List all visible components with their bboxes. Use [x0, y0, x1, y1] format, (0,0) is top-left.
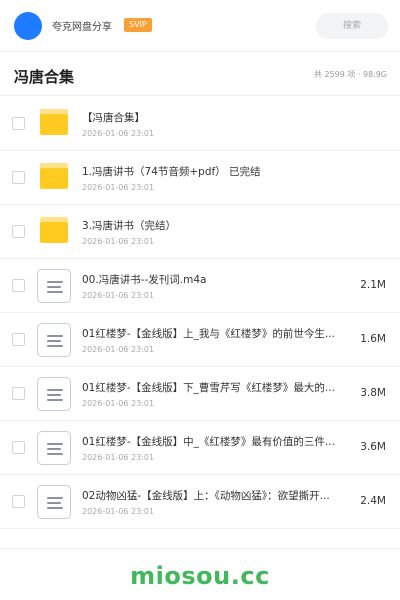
item-date: 2026-01-06 23:01 — [82, 507, 155, 516]
item-size: 2.4M — [360, 495, 386, 507]
top-bar: 夸克网盘分享 SVIP 搜索 — [0, 0, 400, 52]
item-size: 3.6M — [360, 441, 386, 453]
item-name: 01红楼梦-【金线版】中_《红楼梦》最有价值的三件... — [82, 436, 335, 448]
item-name: 1.冯唐讲书（74节音频+pdf） 已完结 — [82, 166, 261, 178]
row-checkbox[interactable] — [12, 117, 25, 130]
page-title: 冯唐合集 — [14, 68, 75, 86]
item-date: 2026-01-06 23:01 — [82, 183, 155, 192]
file-row[interactable]: 02动物凶猛-【金线版】上：《动物凶猛》：欲望撕开... 2026-01-06 2… — [0, 475, 400, 529]
file-row[interactable]: 01红楼梦-【金线版】中_《红楼梦》最有价值的三件... 2026-01-06 2… — [0, 421, 400, 475]
row-checkbox[interactable] — [12, 279, 25, 292]
row-checkbox[interactable] — [12, 495, 25, 508]
file-row[interactable]: 01红楼梦-【金线版】下_曹雪芹写《红楼梦》最大的... 2026-01-06 2… — [0, 367, 400, 421]
file-icon — [37, 377, 71, 411]
item-date: 2026-01-06 23:01 — [82, 291, 155, 300]
search-input[interactable]: 搜索 — [316, 13, 388, 39]
file-icon — [37, 431, 71, 465]
footer: miosou.cc — [0, 548, 400, 600]
item-name: 01红楼梦-【金线版】下_曹雪芹写《红楼梦》最大的... — [82, 382, 335, 394]
row-checkbox[interactable] — [12, 225, 25, 238]
file-icon — [37, 323, 71, 357]
item-name: 00.冯唐讲书--发刊词.m4a — [82, 274, 207, 286]
item-date: 2026-01-06 23:01 — [82, 345, 155, 354]
folder-row[interactable]: 【冯唐合集】 2026-01-06 23:01 — [0, 97, 400, 151]
folder-icon — [40, 109, 68, 135]
file-row[interactable]: 01红楼梦-【金线版】上_我与《红楼梦》的前世今生... 2026-01-06 2… — [0, 313, 400, 367]
folder-row[interactable]: 1.冯唐讲书（74节音频+pdf） 已完结 2026-01-06 23:01 — [0, 151, 400, 205]
svip-badge: SVIP — [124, 18, 152, 32]
file-icon — [37, 269, 71, 303]
file-row[interactable]: 00.冯唐讲书--发刊词.m4a 2026-01-06 23:01 2.1M — [0, 259, 400, 313]
item-name: 01红楼梦-【金线版】上_我与《红楼梦》的前世今生... — [82, 328, 335, 340]
item-name: 3.冯唐讲书（完结） — [82, 220, 177, 232]
folder-row[interactable]: 3.冯唐讲书（完结） 2026-01-06 23:01 — [0, 205, 400, 259]
item-name: 【冯唐合集】 — [82, 112, 145, 124]
avatar[interactable] — [14, 12, 42, 40]
row-checkbox[interactable] — [12, 387, 25, 400]
row-checkbox[interactable] — [12, 171, 25, 184]
watermark: miosou.cc — [130, 562, 270, 590]
file-list: 【冯唐合集】 2026-01-06 23:01 1.冯唐讲书（74节音频+pdf） … — [0, 97, 400, 529]
item-summary: 共 2599 项 · 98.9G — [313, 70, 387, 79]
item-date: 2026-01-06 23:01 — [82, 453, 155, 462]
item-size: 1.6M — [360, 333, 386, 345]
item-size: 3.8M — [360, 387, 386, 399]
site-name: 夸克网盘分享 — [52, 22, 112, 33]
folder-icon — [40, 163, 68, 189]
item-date: 2026-01-06 23:01 — [82, 237, 155, 246]
row-checkbox[interactable] — [12, 441, 25, 454]
file-icon — [37, 485, 71, 519]
row-checkbox[interactable] — [12, 333, 25, 346]
item-date: 2026-01-06 23:01 — [82, 129, 155, 138]
item-size: 2.1M — [360, 279, 386, 291]
folder-icon — [40, 217, 68, 243]
item-name: 02动物凶猛-【金线版】上：《动物凶猛》：欲望撕开... — [82, 490, 330, 502]
title-bar: 冯唐合集 共 2599 项 · 98.9G — [0, 53, 400, 96]
item-date: 2026-01-06 23:01 — [82, 399, 155, 408]
